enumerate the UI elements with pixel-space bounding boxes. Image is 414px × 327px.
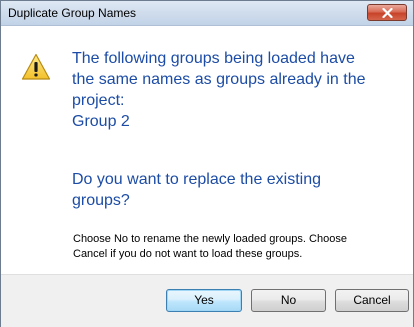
dialog-content: The following groups being loaded have t… [1, 26, 413, 274]
question-text: Do you want to replace the existing grou… [72, 171, 322, 209]
dialog-window: Duplicate Group Names The following grou… [0, 0, 414, 327]
message-line: the same names as groups already in the [72, 71, 366, 88]
message-line: The following groups being loaded have [72, 50, 355, 67]
close-button[interactable] [367, 4, 407, 21]
group-name: Group 2 [72, 113, 130, 130]
close-icon [382, 8, 393, 18]
yes-button[interactable]: Yes [166, 289, 242, 312]
main-instruction: The following groups being loaded have t… [72, 48, 404, 132]
no-button[interactable]: No [251, 289, 326, 312]
button-bar: Yes No Cancel [1, 274, 413, 327]
cancel-button[interactable]: Cancel [335, 289, 409, 312]
warning-icon [21, 53, 51, 80]
detail-line: Cancel if you do not want to load these … [73, 248, 303, 260]
detail-line: Choose No to rename the newly loaded gro… [73, 233, 347, 245]
message-line: project: [72, 92, 125, 109]
title-bar[interactable]: Duplicate Group Names [1, 1, 413, 26]
dialog-title: Duplicate Group Names [8, 6, 137, 20]
detail-text: Choose No to rename the newly loaded gro… [73, 232, 411, 262]
